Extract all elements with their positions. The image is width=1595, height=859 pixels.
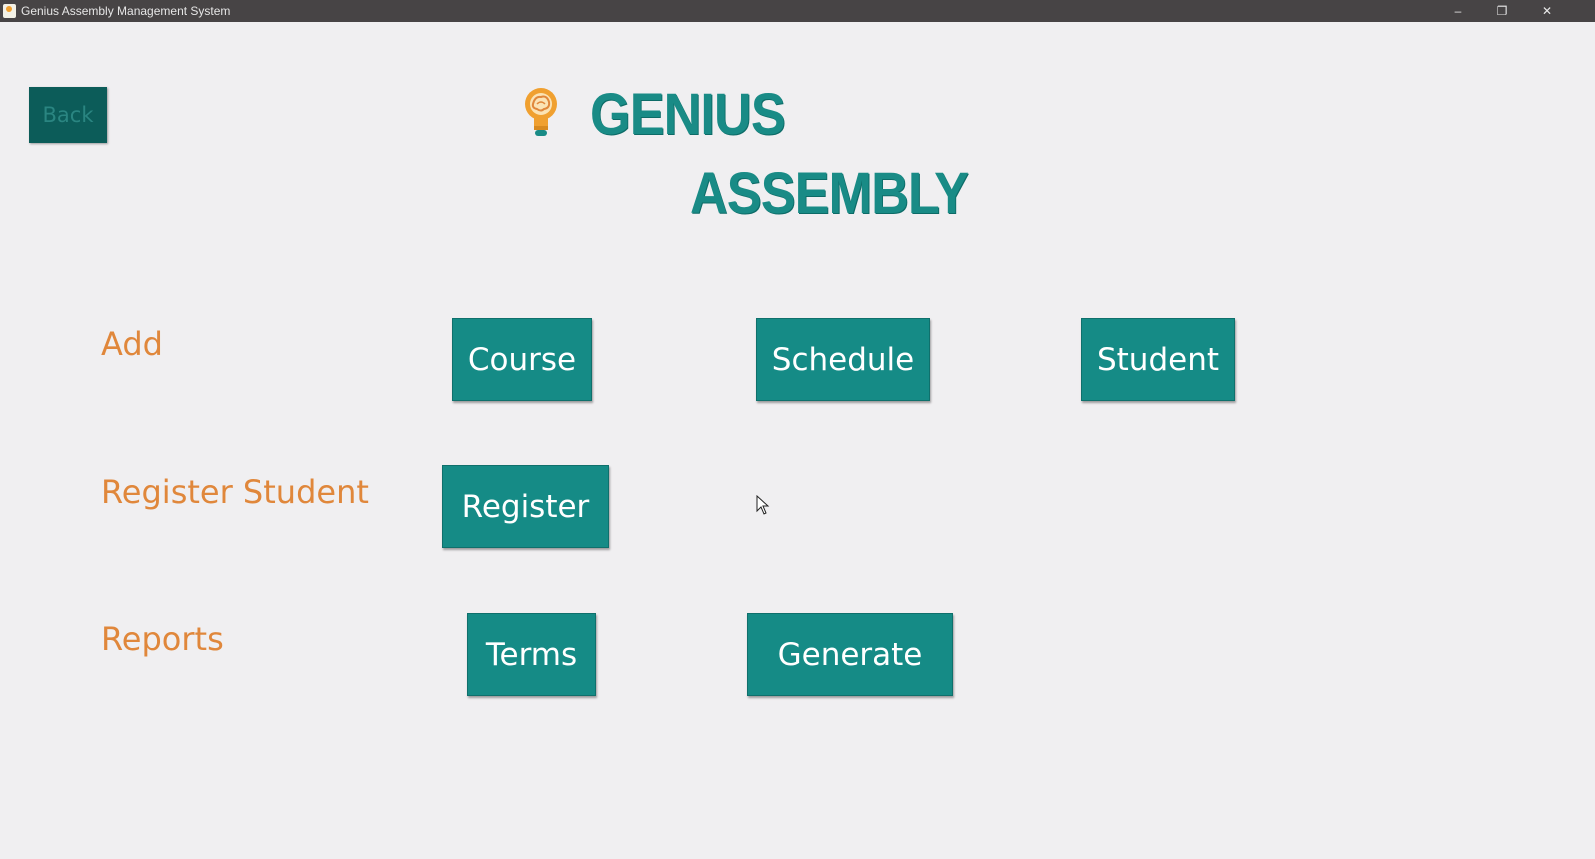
- add-section-label: Add: [101, 325, 163, 363]
- reports-section-label: Reports: [101, 620, 224, 658]
- title-bar[interactable]: Genius Assembly Management System – ❐ ✕: [0, 0, 1595, 22]
- logo-title-line1: GENIUS: [590, 82, 786, 147]
- add-student-button[interactable]: Student: [1081, 318, 1235, 401]
- add-course-button[interactable]: Course: [452, 318, 592, 401]
- window-title: Genius Assembly Management System: [21, 4, 231, 18]
- app-window: Genius Assembly Management System – ❐ ✕ …: [0, 0, 1595, 859]
- lightbulb-brain-icon: [525, 88, 557, 136]
- terms-report-button[interactable]: Terms: [467, 613, 596, 696]
- minimize-icon[interactable]: –: [1436, 0, 1480, 22]
- app-icon: [3, 4, 16, 18]
- generate-report-button[interactable]: Generate: [747, 613, 953, 696]
- back-button[interactable]: Back: [29, 87, 107, 143]
- register-student-label: Register Student: [101, 473, 369, 511]
- close-icon[interactable]: ✕: [1525, 0, 1569, 22]
- maximize-icon[interactable]: ❐: [1480, 0, 1524, 22]
- mouse-cursor-icon: [756, 495, 770, 515]
- add-schedule-button[interactable]: Schedule: [756, 318, 930, 401]
- logo-title-line2: ASSEMBLY: [690, 161, 969, 226]
- register-button[interactable]: Register: [442, 465, 609, 548]
